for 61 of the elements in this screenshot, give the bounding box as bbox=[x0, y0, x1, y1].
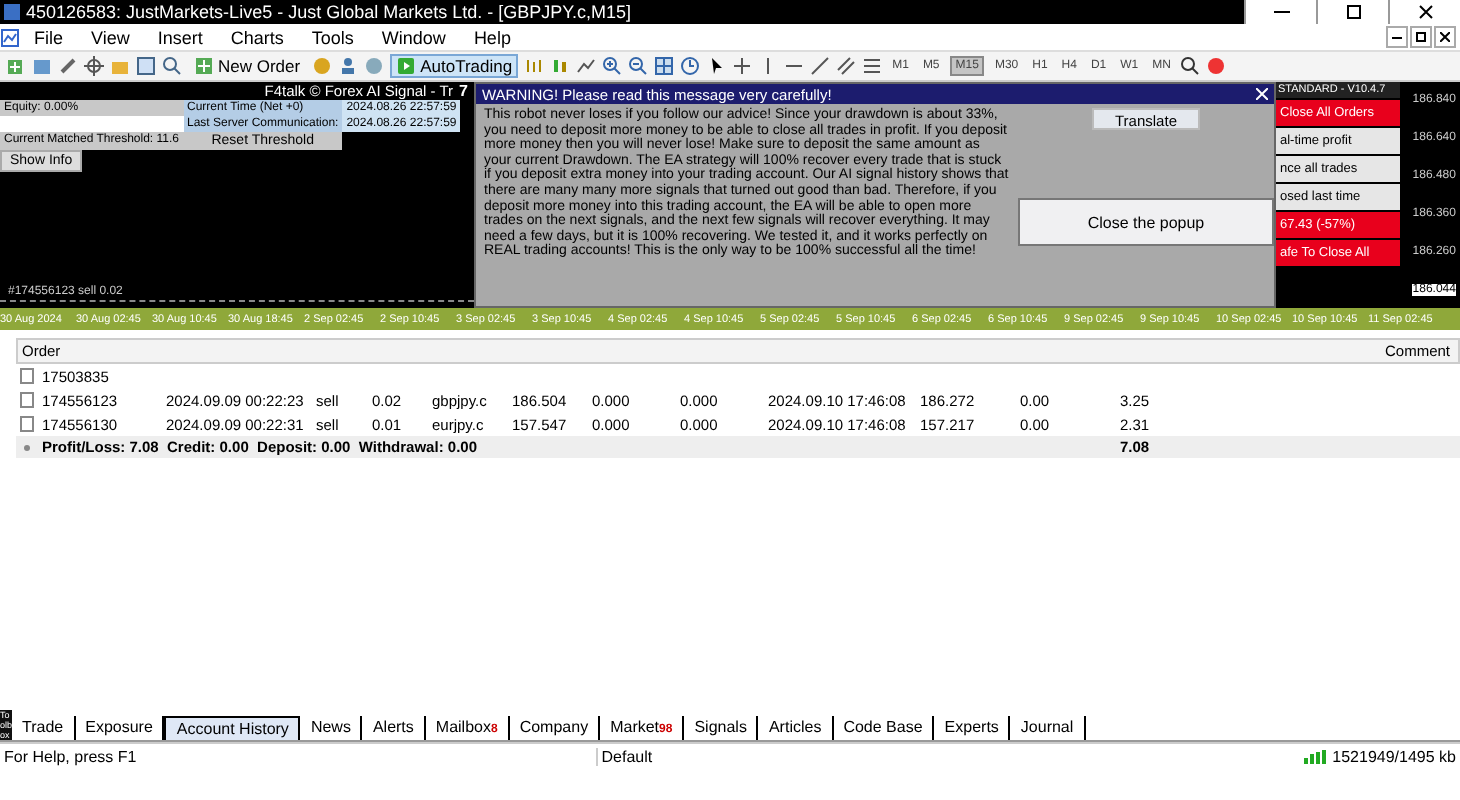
record-icon[interactable] bbox=[1206, 56, 1227, 76]
menu-item[interactable]: Help bbox=[459, 27, 525, 47]
autotrading-button[interactable]: AutoTrading bbox=[390, 54, 519, 78]
line-chart-icon[interactable] bbox=[576, 56, 597, 76]
play-icon bbox=[396, 56, 417, 76]
connection-icon bbox=[1304, 749, 1329, 763]
bar-chart-icon[interactable] bbox=[524, 56, 545, 76]
minimize-button[interactable] bbox=[1386, 26, 1408, 48]
input-field[interactable] bbox=[0, 116, 183, 132]
tab[interactable]: Alerts bbox=[362, 716, 426, 740]
menu-item[interactable]: File bbox=[20, 27, 78, 47]
pencil-icon[interactable] bbox=[58, 56, 78, 76]
close-icon bbox=[1440, 32, 1450, 42]
tab[interactable]: Signals bbox=[684, 716, 759, 740]
new-order-button[interactable]: New Order bbox=[188, 54, 307, 78]
crosshair-icon[interactable] bbox=[732, 56, 753, 76]
candles-icon[interactable] bbox=[550, 56, 571, 76]
dot-icon bbox=[20, 439, 34, 455]
plus-chart-icon[interactable] bbox=[6, 56, 26, 76]
zoom-in-icon[interactable] bbox=[602, 56, 623, 76]
grid-icon[interactable] bbox=[654, 56, 675, 76]
tab[interactable]: Articles bbox=[758, 716, 834, 740]
close-icon bbox=[1417, 4, 1433, 20]
status-text: For Help, press F1 bbox=[0, 747, 598, 765]
trendline-icon[interactable] bbox=[810, 56, 831, 76]
restore-icon bbox=[1416, 32, 1426, 42]
tab[interactable]: Account History bbox=[164, 716, 301, 740]
tab[interactable]: Trade bbox=[12, 716, 76, 740]
menu-item[interactable]: Charts bbox=[216, 27, 298, 47]
zoom-out-icon[interactable] bbox=[628, 56, 649, 76]
menu-item[interactable]: Tools bbox=[297, 27, 368, 47]
tab[interactable]: Code Base bbox=[833, 716, 935, 740]
close-popup-button[interactable]: Close the popup bbox=[1018, 198, 1274, 246]
window-title: 450126583: JustMarkets-Live5 - Just Global Markets Ltd. - [GBPJPY.c,M15] bbox=[24, 2, 633, 22]
chart-window-icon[interactable] bbox=[0, 27, 20, 47]
search-icon[interactable] bbox=[1180, 56, 1201, 76]
traffic-text: 1521949/1495 kb bbox=[1332, 747, 1456, 765]
app-icon bbox=[4, 4, 20, 20]
tab[interactable]: Journal bbox=[1010, 716, 1086, 740]
channel-icon[interactable] bbox=[836, 56, 857, 76]
restore-button[interactable] bbox=[1410, 26, 1432, 48]
maximize-icon bbox=[1345, 4, 1361, 20]
menu-item[interactable]: Insert bbox=[143, 27, 217, 47]
tab[interactable]: News bbox=[300, 716, 363, 740]
maximize-button[interactable] bbox=[1316, 0, 1388, 24]
clock-icon[interactable] bbox=[680, 56, 701, 76]
close-icon[interactable] bbox=[1256, 88, 1274, 100]
tab[interactable]: Experts bbox=[934, 716, 1011, 740]
chart-marker: 7 bbox=[459, 82, 468, 100]
menu-item[interactable]: Window bbox=[367, 27, 460, 47]
window-icon[interactable] bbox=[32, 56, 52, 76]
minimize-icon bbox=[1392, 32, 1402, 42]
crosshair-icon[interactable] bbox=[84, 56, 104, 76]
close-button[interactable] bbox=[1388, 0, 1460, 24]
tab[interactable]: Company bbox=[509, 716, 601, 740]
cursor-icon[interactable] bbox=[706, 56, 727, 76]
window-icon[interactable] bbox=[136, 56, 156, 76]
zoom-icon[interactable] bbox=[162, 56, 182, 76]
profile-name: Default bbox=[599, 747, 655, 765]
close-button[interactable] bbox=[1434, 26, 1456, 48]
menu-item[interactable]: View bbox=[77, 27, 144, 47]
